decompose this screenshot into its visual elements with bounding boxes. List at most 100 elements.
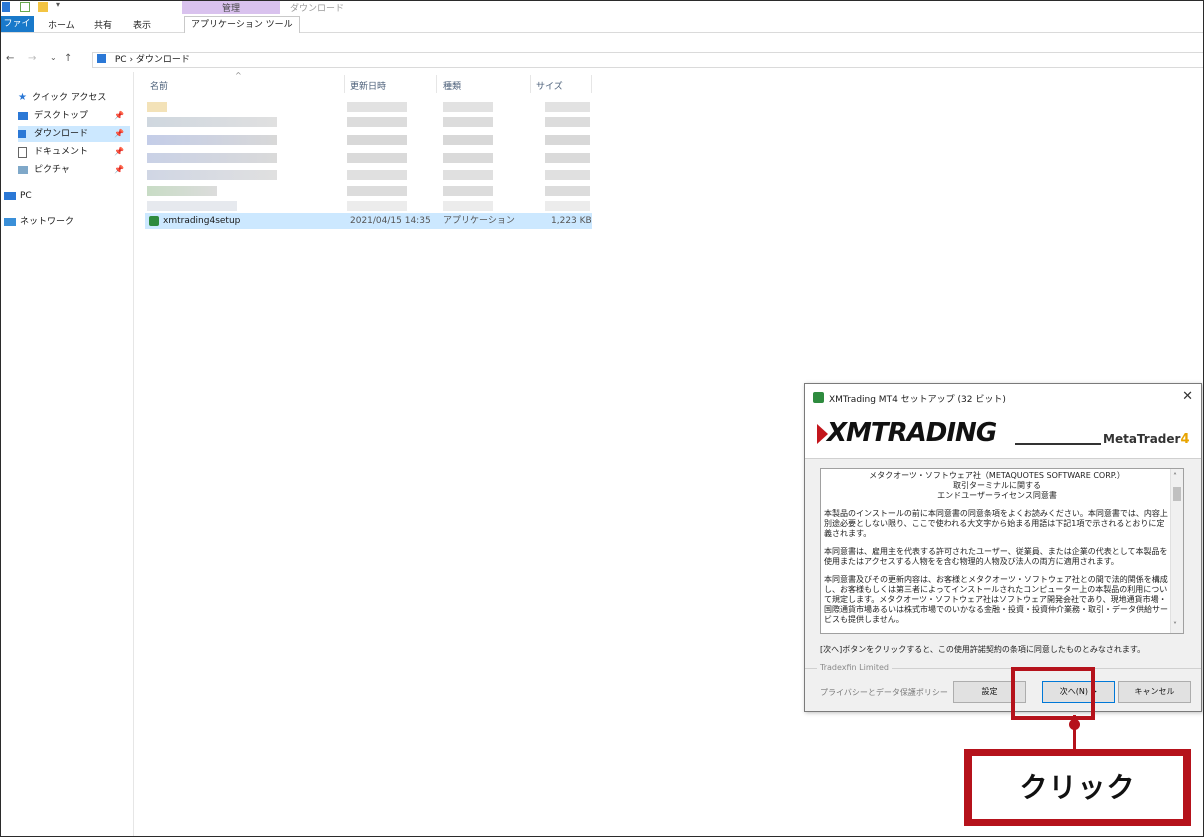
list-item[interactable] bbox=[145, 199, 592, 213]
recent-chevron-icon[interactable]: ⌄ bbox=[50, 53, 57, 62]
file-name: xmtrading4setup bbox=[163, 216, 241, 226]
properties-icon[interactable] bbox=[20, 2, 30, 12]
pin-icon[interactable]: 📌 bbox=[114, 144, 124, 160]
list-item[interactable] bbox=[145, 133, 592, 147]
nav-label: PC bbox=[20, 191, 32, 201]
file-row-selected[interactable]: xmtrading4setup 2021/04/15 14:35 アプリケーショ… bbox=[145, 213, 592, 229]
callout-dot bbox=[1069, 719, 1080, 730]
file-size: 1,223 KB bbox=[551, 216, 592, 226]
tab-view[interactable]: 表示 bbox=[133, 18, 151, 31]
sidebar-item-desktop[interactable]: デスクトップ 📌 bbox=[18, 108, 130, 124]
license-scrollbar[interactable]: ˄ ˅ bbox=[1170, 469, 1183, 633]
forward-arrow-icon[interactable]: → bbox=[28, 53, 36, 64]
license-paragraph: 本同意書及びその更新内容は、お客様とメタクオーツ・ソフトウェア社との間で法的関係… bbox=[824, 575, 1168, 624]
dialog-titlebar[interactable]: XMTrading MT4 セットアップ (32 ビット) ✕ bbox=[805, 384, 1201, 412]
pin-icon[interactable]: 📌 bbox=[114, 108, 124, 124]
up-arrow-icon[interactable]: ↑ bbox=[64, 53, 72, 64]
tab-file[interactable]: ファイル bbox=[0, 16, 34, 45]
sidebar-item-network[interactable]: ネットワーク bbox=[4, 214, 116, 230]
scroll-thumb[interactable] bbox=[1173, 487, 1181, 501]
agreement-note: [次へ]ボタンをクリックすると、この使用許諾契約の条項に同意したものとみなされま… bbox=[820, 645, 1146, 654]
nav-label: ネットワーク bbox=[20, 217, 75, 227]
window-title: ダウンロード bbox=[290, 4, 345, 14]
context-group-label: 管理 bbox=[221, 4, 240, 14]
logo-divider bbox=[1015, 443, 1101, 445]
setup-dialog: XMTrading MT4 セットアップ (32 ビット) ✕ XMTRADIN… bbox=[804, 383, 1202, 712]
brand-banner: XMTRADING MetaTrader4 bbox=[805, 412, 1201, 459]
computer-icon bbox=[4, 192, 16, 200]
scroll-up-icon[interactable]: ˄ bbox=[1173, 472, 1177, 481]
brand-word: MetaTrader bbox=[1103, 432, 1181, 446]
callout-box: クリック bbox=[964, 749, 1191, 826]
column-header-name[interactable]: 名前 bbox=[150, 79, 168, 93]
column-divider[interactable] bbox=[530, 75, 531, 93]
tab-application-tools[interactable]: アプリケーション ツール bbox=[184, 16, 300, 33]
ribbon-tabs: ファイル ホーム 共有 表示 アプリケーション ツール bbox=[0, 16, 1204, 45]
column-divider[interactable] bbox=[344, 75, 345, 93]
license-heading-3: エンドユーザーライセンス同意書 bbox=[937, 491, 1057, 500]
nav-label: デスクトップ bbox=[34, 111, 89, 121]
next-button-highlight bbox=[1011, 667, 1095, 720]
download-arrow-icon bbox=[18, 130, 26, 138]
license-textbox[interactable]: メタクオーツ・ソフトウェア社（METAQUOTES SOFTWARE CORP.… bbox=[820, 468, 1184, 634]
back-arrow-icon[interactable]: ← bbox=[6, 53, 14, 64]
download-folder-icon bbox=[2, 2, 10, 12]
file-type: アプリケーション bbox=[443, 216, 515, 226]
navigation-pane: ★ クイック アクセス デスクトップ 📌 ダウンロード 📌 ドキュメント 📌 ピ… bbox=[0, 72, 134, 837]
file-date: 2021/04/15 14:35 bbox=[350, 216, 431, 226]
nav-label: クイック アクセス bbox=[32, 93, 107, 103]
customize-qat-icon[interactable]: ▾ bbox=[56, 0, 66, 10]
sidebar-item-documents[interactable]: ドキュメント 📌 bbox=[18, 144, 130, 160]
dialog-title: XMTrading MT4 セットアップ (32 ビット) bbox=[829, 395, 1006, 405]
title-bar: ▾ 管理 ダウンロード bbox=[0, 0, 1204, 16]
nav-quick-access[interactable]: ★ クイック アクセス bbox=[18, 90, 144, 106]
nav-label: ドキュメント bbox=[34, 147, 89, 157]
tab-share[interactable]: 共有 bbox=[94, 18, 112, 31]
callout-text: クリック bbox=[972, 756, 1183, 819]
license-text: メタクオーツ・ソフトウェア社（METAQUOTES SOFTWARE CORP.… bbox=[824, 471, 1170, 625]
metatrader-brand: MetaTrader4 bbox=[1103, 432, 1190, 447]
license-paragraph: 本製品のインストールの前に本同意書の同意条項をよくお読みください。本同意書では、… bbox=[824, 509, 1168, 538]
list-item[interactable] bbox=[145, 151, 592, 165]
close-icon[interactable]: ✕ bbox=[1182, 389, 1193, 404]
brand-number: 4 bbox=[1180, 432, 1190, 447]
column-header-size[interactable]: サイズ bbox=[536, 79, 563, 93]
download-folder-icon bbox=[97, 54, 106, 63]
sidebar-item-downloads[interactable]: ダウンロード 📌 bbox=[18, 126, 130, 142]
publisher-label: Tradexfin Limited bbox=[817, 663, 892, 672]
nav-label: ピクチャ bbox=[34, 165, 70, 175]
sidebar-item-pictures[interactable]: ピクチャ 📌 bbox=[18, 162, 130, 178]
column-header-date[interactable]: 更新日時 bbox=[350, 79, 386, 93]
address-path: PC › ダウンロード bbox=[114, 55, 190, 65]
cancel-button[interactable]: キャンセル bbox=[1118, 681, 1191, 703]
xmtrading-logo: XMTRADING bbox=[827, 418, 997, 448]
document-icon bbox=[18, 147, 27, 158]
new-folder-icon[interactable] bbox=[38, 2, 48, 12]
desktop-icon bbox=[18, 112, 28, 120]
list-item[interactable] bbox=[145, 184, 592, 198]
tab-home[interactable]: ホーム bbox=[48, 18, 75, 31]
list-item[interactable] bbox=[145, 115, 592, 129]
license-paragraph: 本同意書は、雇用主を代表する許可されたユーザー、従業員、または企業の代表として本… bbox=[824, 547, 1168, 566]
column-divider[interactable] bbox=[591, 75, 592, 93]
license-heading-2: 取引ターミナルに関する bbox=[953, 481, 1041, 490]
address-toolbar: ← → ⌄ ↑ PC › ダウンロード bbox=[0, 51, 1204, 69]
column-divider[interactable] bbox=[436, 75, 437, 93]
address-bar[interactable]: PC › ダウンロード bbox=[92, 52, 1204, 68]
nav-label: ダウンロード bbox=[34, 129, 89, 139]
privacy-policy-link[interactable]: プライバシーとデータ保護ポリシー bbox=[820, 687, 948, 698]
app-installer-icon bbox=[149, 216, 159, 226]
sort-arrow-icon: ^ bbox=[235, 71, 242, 80]
app-installer-icon bbox=[813, 392, 824, 403]
license-heading-1: メタクオーツ・ソフトウェア社（METAQUOTES SOFTWARE CORP.… bbox=[869, 471, 1125, 480]
pin-icon[interactable]: 📌 bbox=[114, 126, 124, 142]
list-item[interactable] bbox=[145, 168, 592, 182]
pictures-icon bbox=[18, 166, 28, 174]
star-icon: ★ bbox=[18, 92, 27, 103]
pin-icon[interactable]: 📌 bbox=[114, 162, 124, 178]
scroll-down-icon[interactable]: ˅ bbox=[1173, 621, 1177, 630]
sidebar-item-pc[interactable]: PC bbox=[4, 188, 116, 204]
list-item[interactable] bbox=[145, 100, 592, 114]
network-icon bbox=[4, 218, 16, 226]
column-header-type[interactable]: 種類 bbox=[443, 79, 461, 93]
